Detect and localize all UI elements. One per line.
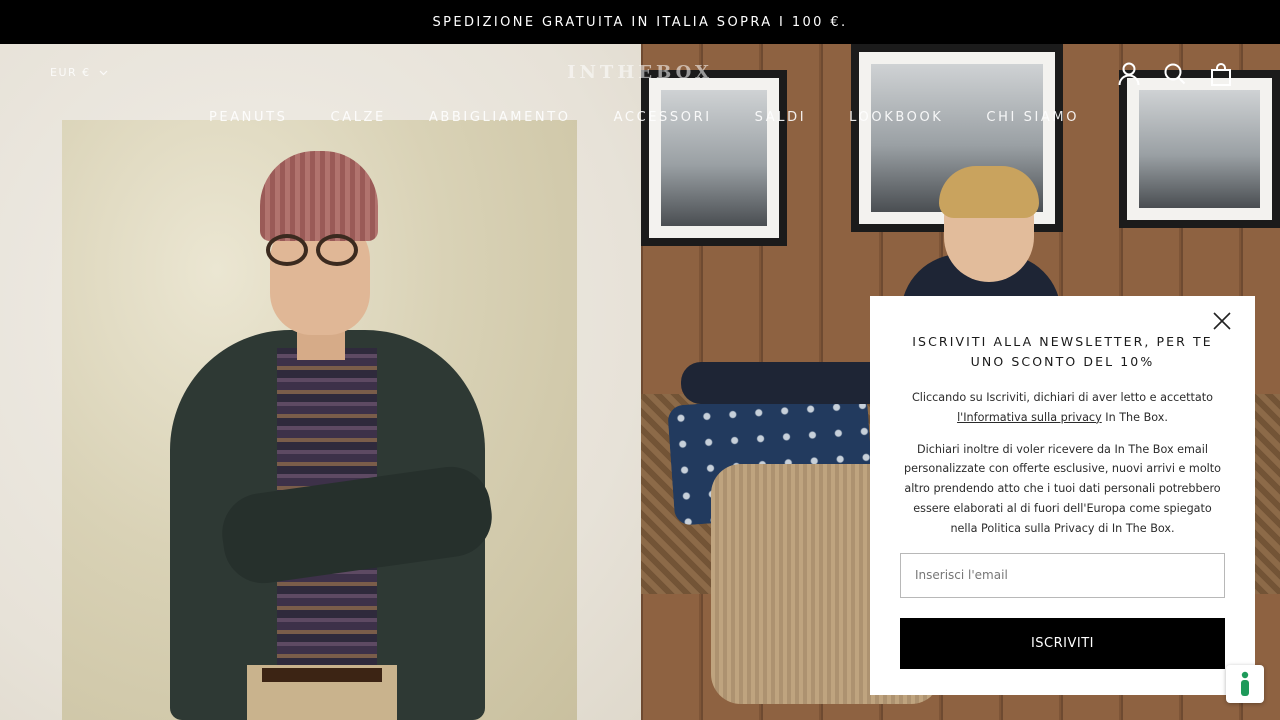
consent-suffix: In The Box. [1101, 410, 1168, 424]
accessibility-widget[interactable] [1226, 665, 1264, 703]
announcement-bar: SPEDIZIONE GRATUITA IN ITALIA SOPRA I 10… [0, 0, 1280, 44]
model-portrait-image [62, 120, 577, 720]
chevron-down-icon [99, 70, 108, 75]
nav-item-saldi[interactable]: SALDI [755, 110, 806, 125]
newsletter-popup: ISCRIVITI ALLA NEWSLETTER, PER TE UNO SC… [870, 296, 1255, 695]
hero-left-image [0, 44, 641, 720]
nav-item-abbigliamento[interactable]: ABBIGLIAMENTO [429, 110, 571, 125]
close-icon[interactable] [1211, 310, 1233, 332]
accessibility-icon [1241, 671, 1249, 696]
currency-selector[interactable]: EUR € [50, 66, 108, 79]
newsletter-marketing-text: Dichiari inoltre di voler ricevere da In… [903, 442, 1222, 535]
consent-prefix: Cliccando su Iscriviti, dichiari di aver… [911, 391, 1214, 404]
newsletter-consent-text: Cliccando su Iscriviti, dichiari di aver… [900, 388, 1225, 428]
account-icon[interactable] [1118, 62, 1140, 86]
nav-item-calze[interactable]: CALZE [331, 110, 386, 125]
nav-item-lookbook[interactable]: LOOKBOOK [849, 110, 943, 125]
currency-label: EUR € [50, 66, 91, 79]
site-header: EUR € INTHEBOX PEANUTS CALZE ABBIGLIAMEN… [0, 44, 1280, 144]
cart-icon[interactable] [1210, 62, 1232, 86]
site-logo[interactable]: INTHEBOX [560, 62, 720, 83]
nav-item-chi-siamo[interactable]: CHI SIAMO [986, 110, 1079, 125]
nav-item-accessori[interactable]: ACCESSORI [614, 110, 712, 125]
nav-item-peanuts[interactable]: PEANUTS [209, 110, 288, 125]
newsletter-title: ISCRIVITI ALLA NEWSLETTER, PER TE UNO SC… [912, 334, 1213, 369]
search-icon[interactable] [1164, 62, 1186, 86]
subscribe-button[interactable]: ISCRIVITI [900, 617, 1225, 669]
main-navigation: PEANUTS CALZE ABBIGLIAMENTO ACCESSORI SA… [0, 110, 1280, 125]
announcement-text: SPEDIZIONE GRATUITA IN ITALIA SOPRA I 10… [432, 14, 848, 30]
email-input[interactable] [900, 552, 1225, 598]
privacy-policy-link[interactable]: l'Informativa sulla privacy [957, 411, 1102, 424]
